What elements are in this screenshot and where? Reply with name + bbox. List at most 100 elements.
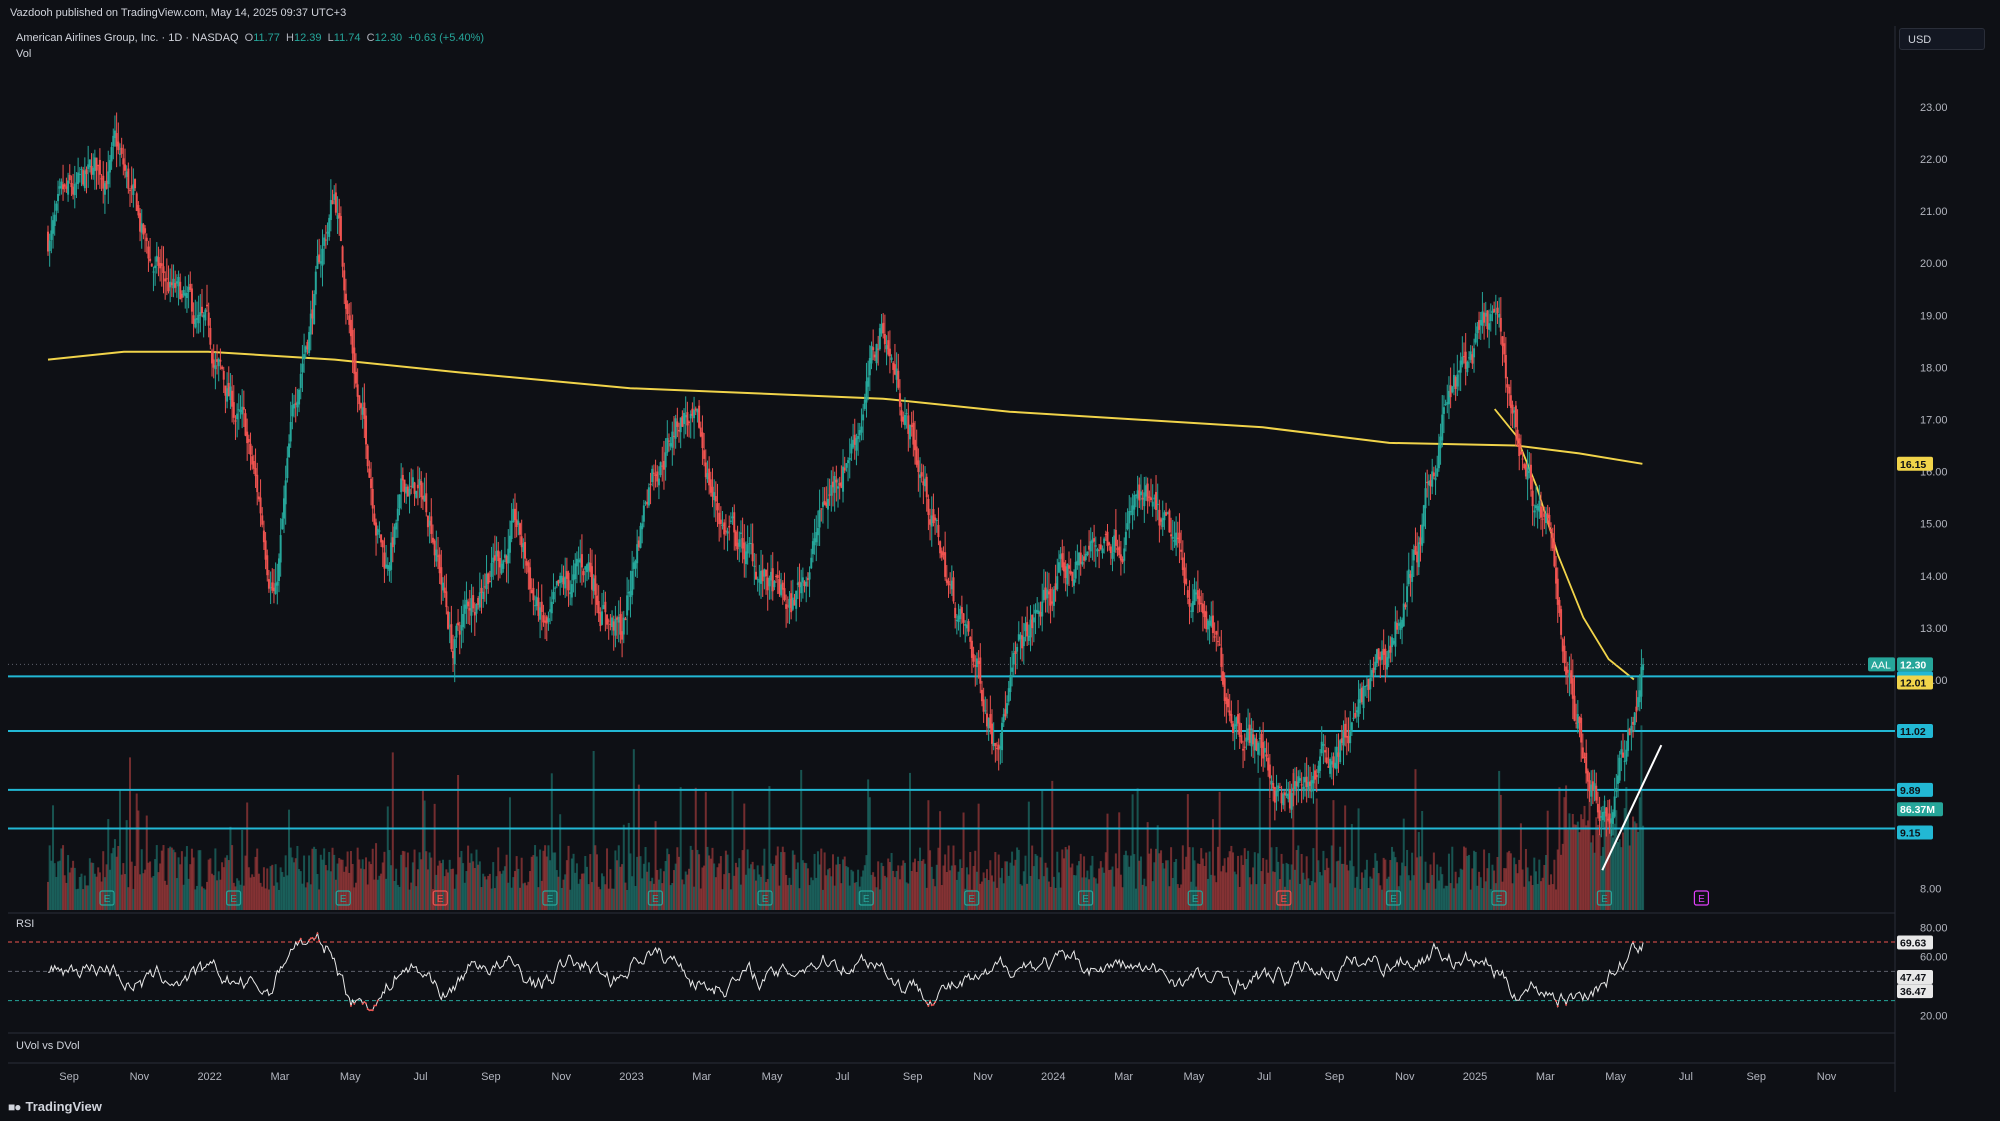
short-ma-tag: 12.01 [1897,675,1933,690]
candle [622,617,625,635]
candle [652,472,655,474]
candle [455,625,458,638]
candle [845,463,848,468]
x-axis-tick: Nov [1395,1071,1415,1083]
tradingview-logo[interactable]: ■● TradingView [8,1099,102,1114]
candle [368,468,371,478]
rsi-overbought-point [298,940,301,943]
candle [1185,578,1188,585]
candle [1180,549,1183,552]
candle [1461,356,1464,365]
candle [1081,561,1084,565]
candle [1531,490,1534,507]
candle [160,263,163,267]
candle [1128,510,1131,524]
candle [222,370,225,380]
rsi-pane-label[interactable]: RSI [16,918,34,930]
symbol-badge-text: AAL [1871,659,1891,671]
candle [331,200,334,205]
candle [795,590,798,609]
candle [1571,678,1574,699]
rsi-overbought-point [313,938,316,941]
candle [1618,757,1621,781]
candle [478,592,481,608]
high-value: 12.39 [294,32,322,44]
rsi-tag: 47.47 [1897,970,1933,985]
uvol-pane-label[interactable]: UVol vs DVol [16,1040,80,1052]
volume-pane-label[interactable]: Vol [16,48,31,60]
candle [960,607,963,614]
candle [524,542,527,559]
rsi-axis-tick: 60.00 [1920,952,1948,964]
candle [1243,746,1246,748]
candle [472,595,475,609]
candle [416,484,419,489]
candle [1635,706,1638,712]
candle [108,160,111,173]
candle [674,418,677,439]
chart-canvas[interactable]: E E E E E E E E E E E E E E E E Sep Nov 2022 Mar May Jul Sep N… [0,0,2000,1092]
candle [299,373,302,388]
candle [746,544,749,554]
candle [1613,796,1616,817]
candle [1012,653,1015,665]
candle [356,384,359,397]
x-axis-tick: Jul [1257,1071,1271,1083]
rsi-tag: 36.47 [1897,984,1933,999]
candle [289,421,292,442]
candle [457,622,460,626]
candle [303,354,306,360]
candle [624,618,627,621]
candle [888,348,891,357]
rsi-overbought-point [311,936,314,939]
candle [475,603,478,614]
candle [1406,586,1409,603]
candle [1456,374,1459,387]
candle [751,543,754,562]
candle [723,522,726,535]
candle [1213,636,1216,638]
candle [1133,495,1136,510]
x-axis-tick: 2023 [619,1071,643,1083]
candle [1282,793,1285,806]
y-axis-tick: 13.00 [1920,623,1948,635]
candle [726,531,729,534]
x-axis-tick: Jul [835,1071,849,1083]
candle [247,439,250,443]
candle [994,743,997,747]
x-axis-tick: Sep [59,1071,79,1083]
candle [1238,722,1241,737]
candle [927,498,930,516]
rsi-oversold-point [371,1009,374,1012]
currency-button[interactable]: USD [1899,28,1985,50]
earnings-marker-label: E [1496,894,1503,905]
candle [683,412,686,425]
level-tag-text: 9.15 [1900,827,1921,839]
candle [378,530,381,532]
candle [57,194,60,202]
candle [1642,664,1645,671]
candle [221,366,224,369]
candle [1237,714,1240,724]
x-axis-tick: Nov [973,1071,993,1083]
candle [462,613,465,628]
candle [1580,717,1583,743]
candle [1605,807,1608,817]
candle [358,395,361,405]
candle [1265,754,1268,757]
candle [1175,532,1178,546]
candle [614,618,617,636]
candle [810,557,813,569]
candle [450,624,453,650]
candle [1640,666,1643,697]
x-axis-tick: Jul [414,1071,428,1083]
candle [805,581,808,587]
candle [800,582,803,594]
candle [207,312,210,326]
rsi-tag: 69.63 [1897,935,1933,950]
candle [1290,793,1293,810]
y-axis-tick: 15.00 [1920,519,1948,531]
candle [1011,667,1014,672]
candle [540,601,543,612]
candle [898,393,901,407]
